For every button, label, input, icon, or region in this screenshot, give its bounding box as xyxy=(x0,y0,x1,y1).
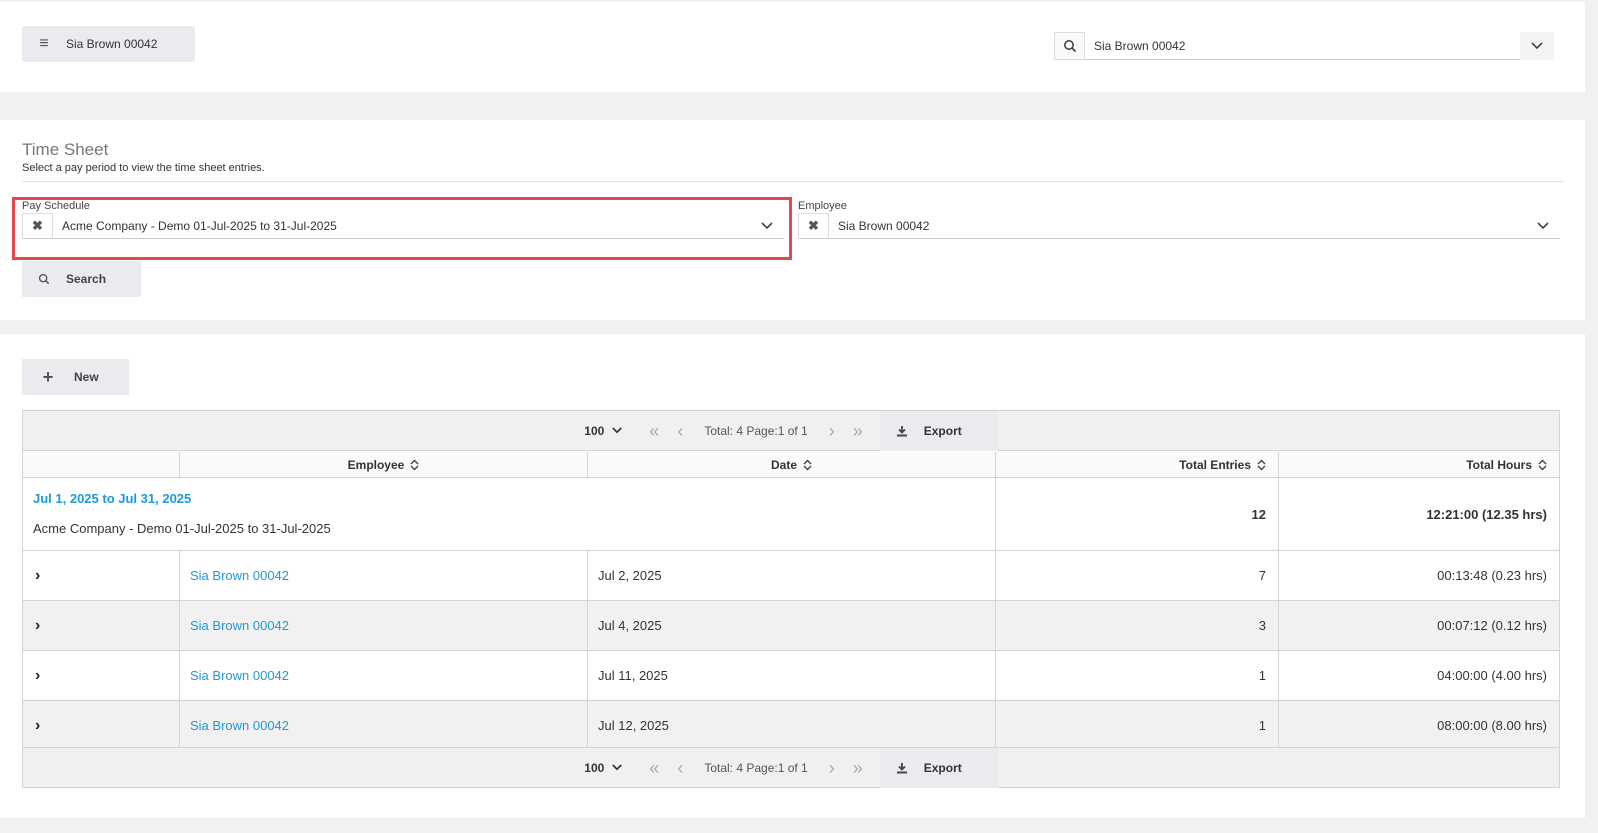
chevron-down-icon xyxy=(612,427,623,434)
user-menu-label: Sia Brown 00042 xyxy=(66,37,158,51)
table-row: › Sia Brown 00042 Jul 11, 2025 1 04:00:0… xyxy=(23,651,1559,701)
search-button-label: Search xyxy=(66,272,107,286)
table-header: Employee Date Total Entries Total Hours xyxy=(23,452,1559,478)
chevron-down-icon xyxy=(612,764,623,771)
top-bar: ≡ Sia Brown 00042 Sia Brown 00042 xyxy=(0,2,1585,92)
sort-icon xyxy=(803,459,812,471)
date-column-header[interactable]: Date xyxy=(588,452,996,478)
page-size-value: 100 xyxy=(584,423,605,438)
group-subtitle: Acme Company - Demo 01-Jul-2025 to 31-Ju… xyxy=(33,521,331,536)
entries-cell: 1 xyxy=(996,651,1279,700)
pager-top: 100 « ‹ Total: 4 Page:1 of 1 › » Export xyxy=(23,410,1559,451)
employee-link[interactable]: Sia Brown 00042 xyxy=(180,601,588,650)
total-hours-column-header[interactable]: Total Hours xyxy=(1279,452,1559,478)
expand-row-icon[interactable]: › xyxy=(23,551,180,600)
table-row: › Sia Brown 00042 Jul 4, 2025 3 00:07:12… xyxy=(23,601,1559,651)
employee-select[interactable]: ✖ Sia Brown 00042 xyxy=(798,212,1560,239)
employee-search-value[interactable]: Sia Brown 00042 xyxy=(1085,32,1520,60)
group-row: Jul 1, 2025 to Jul 31, 2025 Acme Company… xyxy=(23,478,1559,551)
employee-column-header[interactable]: Employee xyxy=(180,452,588,478)
entries-cell: 7 xyxy=(996,551,1279,600)
first-page-icon[interactable]: « xyxy=(649,422,659,440)
group-title-link[interactable]: Jul 1, 2025 to Jul 31, 2025 xyxy=(33,491,191,506)
sort-icon xyxy=(1257,459,1266,471)
last-page-icon[interactable]: » xyxy=(853,422,863,440)
table-row: › Sia Brown 00042 Jul 2, 2025 7 00:13:48… xyxy=(23,551,1559,601)
timesheet-grid: 100 « ‹ Total: 4 Page:1 of 1 › » Export … xyxy=(22,410,1560,788)
pager-info: Total: 4 Page:1 of 1 xyxy=(704,760,808,775)
export-button-label: Export xyxy=(923,760,962,775)
hours-cell: 08:00:00 (8.00 hrs) xyxy=(1437,718,1547,733)
hours-cell: 00:13:48 (0.23 hrs) xyxy=(1437,568,1547,583)
page-size-value: 100 xyxy=(584,760,605,775)
employee-link[interactable]: Sia Brown 00042 xyxy=(180,551,588,600)
pager-bottom: 100 « ‹ Total: 4 Page:1 of 1 › » Export xyxy=(23,747,1559,788)
employee-label: Employee xyxy=(798,200,847,212)
download-icon xyxy=(880,425,924,437)
timesheet-grid-panel: + New 100 « ‹ Total: 4 Page:1 of 1 › » E… xyxy=(0,334,1585,818)
chevron-down-icon[interactable] xyxy=(1520,32,1554,60)
entries-cell: 3 xyxy=(996,601,1279,650)
sort-icon xyxy=(1538,459,1547,471)
prev-page-icon[interactable]: ‹ xyxy=(677,759,683,777)
date-cell: Jul 12, 2025 xyxy=(588,701,996,750)
chevron-down-icon[interactable] xyxy=(1526,213,1560,239)
export-button-label: Export xyxy=(923,423,962,438)
next-page-icon[interactable]: › xyxy=(829,422,835,440)
hamburger-icon: ≡ xyxy=(39,35,49,52)
hours-cell: 04:00:00 (4.00 hrs) xyxy=(1437,668,1547,683)
expand-row-icon[interactable]: › xyxy=(23,651,180,700)
sort-icon xyxy=(410,459,419,471)
clear-icon[interactable]: ✖ xyxy=(798,212,829,239)
group-header: Jul 1, 2025 to Jul 31, 2025 Acme Company… xyxy=(23,478,996,550)
first-page-icon[interactable]: « xyxy=(649,759,659,777)
employee-search-select[interactable]: Sia Brown 00042 xyxy=(1054,32,1554,60)
total-entries-column-header[interactable]: Total Entries xyxy=(996,452,1279,478)
employee-value[interactable]: Sia Brown 00042 xyxy=(829,219,1526,233)
search-button[interactable]: Search xyxy=(22,261,141,297)
new-button-label: New xyxy=(74,370,99,384)
group-total-hours: 12:21:00 (12.35 hrs) xyxy=(1426,506,1547,522)
download-icon xyxy=(880,762,924,774)
page-subtitle: Select a pay period to view the time she… xyxy=(22,162,265,174)
new-button[interactable]: + New xyxy=(22,359,129,395)
divider xyxy=(22,181,1564,182)
export-button[interactable]: Export xyxy=(879,747,998,788)
date-cell: Jul 2, 2025 xyxy=(588,551,996,600)
column-header-label: Date xyxy=(770,458,797,472)
page-size-select[interactable]: 100 xyxy=(584,423,623,438)
column-header-label: Total Entries xyxy=(1179,458,1251,472)
date-cell: Jul 4, 2025 xyxy=(588,601,996,650)
pay-schedule-highlight xyxy=(12,197,792,260)
prev-page-icon[interactable]: ‹ xyxy=(677,422,683,440)
page-size-select[interactable]: 100 xyxy=(584,760,623,775)
last-page-icon[interactable]: » xyxy=(853,759,863,777)
expand-row-icon[interactable]: › xyxy=(23,601,180,650)
employee-link[interactable]: Sia Brown 00042 xyxy=(180,701,588,750)
plus-icon: + xyxy=(42,366,54,387)
page-title: Time Sheet xyxy=(22,140,109,159)
search-icon xyxy=(22,273,66,285)
export-button[interactable]: Export xyxy=(879,410,998,451)
date-cell: Jul 11, 2025 xyxy=(588,651,996,700)
pager-info: Total: 4 Page:1 of 1 xyxy=(704,423,808,438)
expand-row-icon[interactable]: › xyxy=(23,701,180,750)
column-header-label: Total Hours xyxy=(1466,458,1532,472)
group-total-entries: 12 xyxy=(996,478,1279,550)
table-body: › Sia Brown 00042 Jul 2, 2025 7 00:13:48… xyxy=(23,551,1559,751)
next-page-icon[interactable]: › xyxy=(829,759,835,777)
column-header-label: Employee xyxy=(347,458,405,472)
user-menu-button[interactable]: ≡ Sia Brown 00042 xyxy=(22,26,195,62)
entries-cell: 1 xyxy=(996,701,1279,750)
expand-column-header xyxy=(23,452,180,478)
search-icon xyxy=(1054,32,1085,60)
hours-cell: 00:07:12 (0.12 hrs) xyxy=(1437,618,1547,633)
table-row: › Sia Brown 00042 Jul 12, 2025 1 08:00:0… xyxy=(23,701,1559,751)
employee-link[interactable]: Sia Brown 00042 xyxy=(180,651,588,700)
